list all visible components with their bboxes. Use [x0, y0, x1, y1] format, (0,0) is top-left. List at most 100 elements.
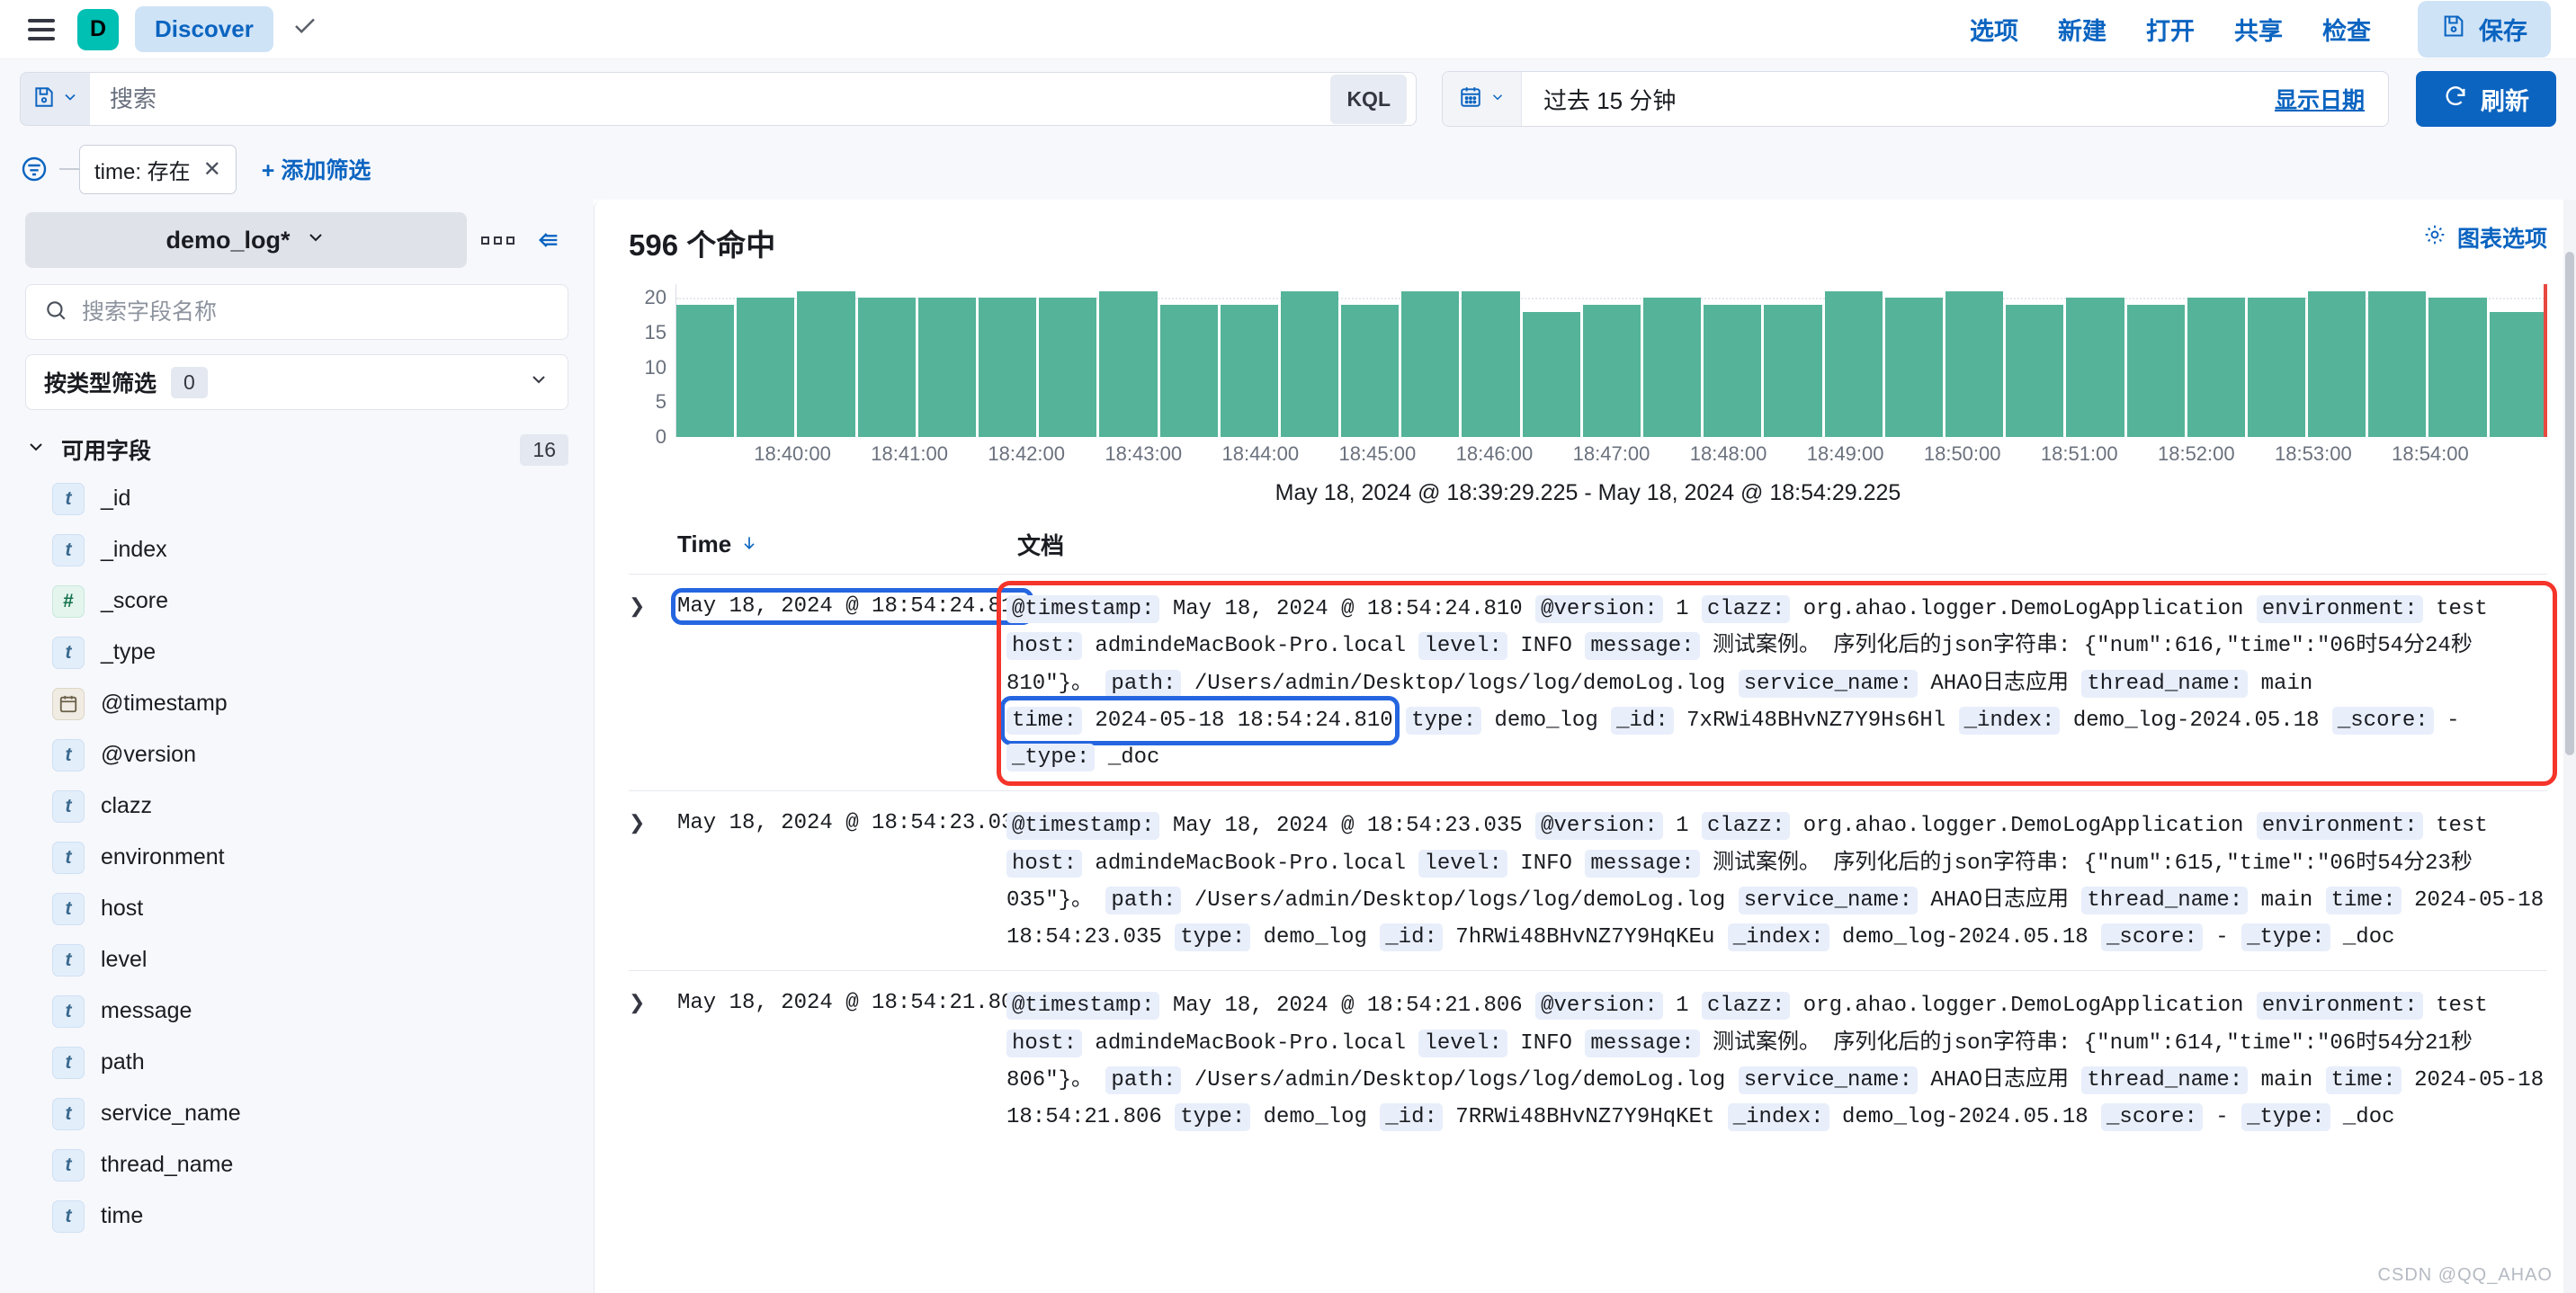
y-axis-tick: 20: [644, 286, 666, 309]
field-search-input[interactable]: [82, 299, 550, 325]
field-item[interactable]: t level: [25, 934, 568, 985]
doc-field-value: demo_log: [1250, 1105, 1367, 1130]
breadcrumb-discover[interactable]: Discover: [135, 6, 273, 52]
chart-bar[interactable]: [1522, 311, 1580, 437]
chart-bar[interactable]: [1220, 305, 1278, 437]
doc-field-key: path:: [1105, 886, 1182, 914]
chart-bar[interactable]: [2308, 290, 2366, 437]
nav-new[interactable]: 新建: [2058, 12, 2106, 47]
chart-bar[interactable]: [1764, 305, 1822, 437]
chart-bar[interactable]: [1582, 305, 1641, 437]
field-item[interactable]: t host: [25, 883, 568, 934]
chart-bar[interactable]: [917, 298, 976, 437]
chart-bar[interactable]: [1099, 290, 1158, 437]
doc-field-value: AHAO日志应用: [1917, 671, 2069, 696]
doc-field-value: 7xRWi48BHvNZ7Y9Hs6Hl: [1673, 708, 1946, 733]
field-item[interactable]: t environment: [25, 832, 568, 883]
save-button[interactable]: 保存: [2418, 1, 2551, 58]
index-pattern-picker[interactable]: demo_log*: [25, 212, 467, 268]
column-header-time-label: Time: [677, 531, 732, 557]
doc-field-value: demo_log-2024.05.18: [2060, 708, 2320, 733]
search-input[interactable]: [90, 85, 1331, 113]
nav-options[interactable]: 选项: [1970, 12, 2018, 47]
available-fields-header[interactable]: 可用字段 16: [25, 433, 568, 466]
show-dates-button[interactable]: 显示日期: [2275, 83, 2388, 115]
chart-bar[interactable]: [2066, 298, 2124, 437]
doc-field-value: INFO: [1507, 1030, 1572, 1056]
filter-pill-time-exists[interactable]: time: 存在 ✕: [79, 144, 237, 194]
main-scrollbar[interactable]: [2563, 200, 2576, 1293]
field-item[interactable]: t clazz: [25, 780, 568, 832]
kql-toggle[interactable]: KQL: [1330, 74, 1407, 124]
filter-by-type-count: 0: [171, 366, 208, 398]
field-item[interactable]: t thread_name: [25, 1139, 568, 1190]
chart-bar[interactable]: [1462, 290, 1520, 437]
chart-bar[interactable]: [857, 298, 916, 437]
nav-open[interactable]: 打开: [2146, 12, 2195, 47]
field-item[interactable]: t _type: [25, 627, 568, 678]
column-header-document: 文档: [1017, 532, 1065, 559]
field-item[interactable]: t _id: [25, 473, 568, 524]
field-item[interactable]: t service_name: [25, 1088, 568, 1139]
chart-bar[interactable]: [2247, 298, 2306, 437]
cell-document: @timestamp: May 18, 2024 @ 18:54:21.806 …: [1006, 987, 2547, 1136]
chart-bar[interactable]: [1643, 298, 1702, 437]
date-range-value[interactable]: 过去 15 分钟: [1522, 83, 2275, 116]
collapse-left-icon[interactable]: [529, 227, 568, 253]
chart-bar[interactable]: [1824, 290, 1883, 437]
chart-bar[interactable]: [2368, 290, 2427, 437]
field-item[interactable]: # _score: [25, 575, 568, 627]
filter-icon[interactable]: [20, 155, 49, 183]
date-picker-quick-menu[interactable]: [1443, 72, 1522, 126]
chart-bar[interactable]: [676, 305, 735, 437]
chart-bar[interactable]: [1704, 305, 1762, 437]
chart-bar[interactable]: [1280, 290, 1339, 437]
column-header-time[interactable]: Time: [629, 528, 1006, 561]
chart-bar[interactable]: [2126, 305, 2185, 437]
saved-query-button[interactable]: [20, 72, 90, 126]
chart-bar[interactable]: [797, 290, 855, 437]
chart-bar[interactable]: [1039, 298, 1097, 437]
doc-field-key: clazz:: [1701, 992, 1791, 1021]
doc-field-key: @version:: [1535, 595, 1663, 623]
doc-field-key: _score:: [2331, 706, 2434, 735]
chevron-right-icon[interactable]: ❯: [629, 591, 677, 776]
chart-bar[interactable]: [978, 298, 1037, 437]
x-axis-tick: 18:51:00: [2040, 442, 2118, 465]
chart-bar[interactable]: [737, 298, 795, 437]
check-icon[interactable]: [291, 13, 318, 46]
x-axis-tick: 18:52:00: [2157, 442, 2235, 465]
doc-field-key: clazz:: [1701, 812, 1791, 841]
chart-plot-area[interactable]: [675, 284, 2547, 437]
field-item[interactable]: @timestamp: [25, 678, 568, 729]
chart-bar[interactable]: [1341, 305, 1400, 437]
field-item[interactable]: t path: [25, 1037, 568, 1088]
hamburger-icon[interactable]: [22, 10, 61, 49]
field-item[interactable]: t _index: [25, 524, 568, 575]
field-item[interactable]: t message: [25, 985, 568, 1037]
field-item[interactable]: t time: [25, 1190, 568, 1242]
chart-bar[interactable]: [2006, 305, 2064, 437]
chart-bar[interactable]: [2489, 311, 2547, 437]
chart-bar[interactable]: [1159, 305, 1218, 437]
main-scrollbar-thumb[interactable]: [2565, 252, 2574, 755]
doc-field-value: main: [2248, 671, 2313, 696]
chart-options-button[interactable]: 图表选项: [2423, 221, 2547, 254]
chart-bar[interactable]: [1945, 290, 2004, 437]
chart-bar[interactable]: [1884, 298, 1943, 437]
refresh-button[interactable]: 刷新: [2416, 71, 2556, 127]
nav-inspect[interactable]: 检查: [2322, 12, 2371, 47]
filter-by-type-button[interactable]: 按类型筛选 0: [25, 354, 568, 410]
close-icon[interactable]: ✕: [203, 156, 221, 183]
chart-bar[interactable]: [2187, 298, 2245, 437]
chevron-right-icon[interactable]: ❯: [629, 807, 677, 956]
field-item[interactable]: t @version: [25, 729, 568, 780]
chart-bars: [676, 284, 2547, 437]
nav-share[interactable]: 共享: [2234, 12, 2283, 47]
add-filter-button[interactable]: + 添加筛选: [262, 153, 371, 185]
cell-time: May 18, 2024 @ 18:54:21.806: [677, 987, 1027, 1136]
chart-bar[interactable]: [2428, 298, 2487, 437]
chevron-right-icon[interactable]: ❯: [629, 987, 677, 1136]
grid-dots-icon[interactable]: [476, 236, 520, 245]
chart-bar[interactable]: [1401, 290, 1460, 437]
